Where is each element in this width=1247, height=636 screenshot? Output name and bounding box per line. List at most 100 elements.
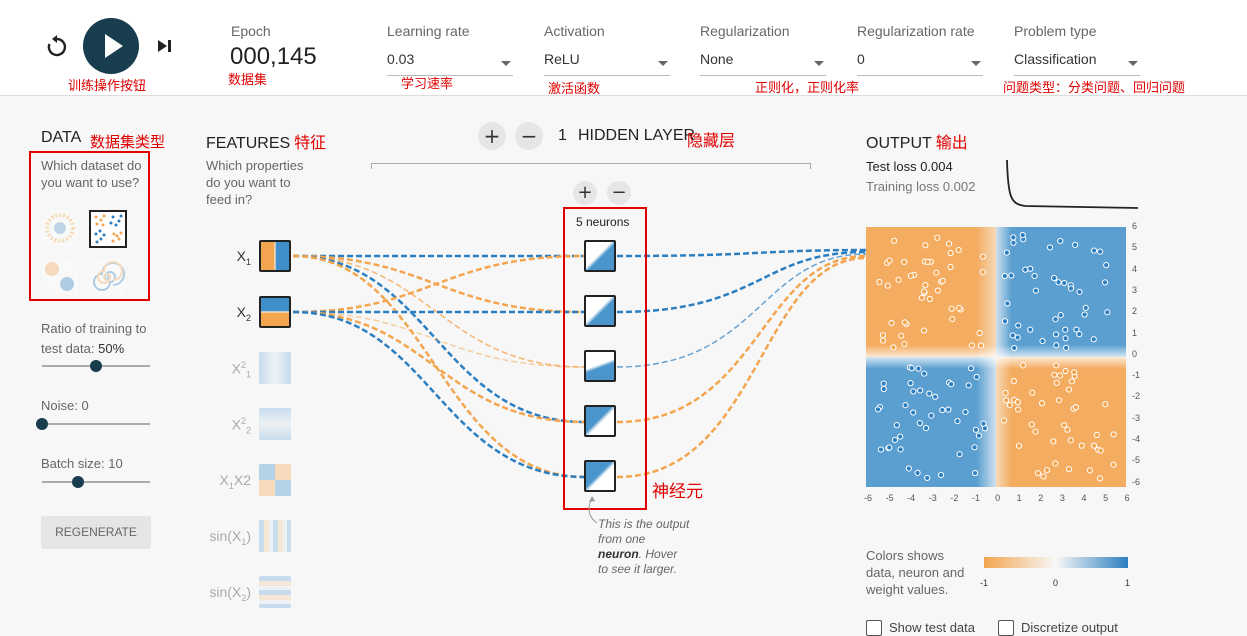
data-point	[1055, 397, 1063, 404]
remove-neuron-button[interactable]: −	[607, 181, 631, 205]
show-test-data-label[interactable]: Show test data	[889, 620, 975, 635]
data-point	[926, 295, 934, 303]
data-point	[1010, 234, 1017, 241]
data-point	[1015, 406, 1022, 413]
data-point	[893, 422, 900, 429]
data-point	[1072, 404, 1079, 411]
add-layer-button[interactable]: +	[478, 122, 506, 150]
data-point	[905, 465, 912, 472]
data-point	[1019, 232, 1026, 239]
data-point	[933, 269, 940, 276]
x-tick-label: -5	[885, 493, 894, 503]
discretize-output-label[interactable]: Discretize output	[1021, 620, 1118, 635]
data-point	[1001, 318, 1009, 325]
data-point	[1003, 397, 1010, 404]
neuron-2[interactable]	[584, 295, 616, 327]
data-point	[920, 327, 928, 334]
y-tick-label: 6	[1132, 221, 1138, 231]
data-point	[880, 380, 887, 387]
data-point	[901, 258, 908, 266]
annotation-hidden-layer: 隐藏层	[687, 131, 736, 150]
data-point	[1032, 287, 1039, 294]
data-point	[891, 436, 899, 444]
data-point	[1076, 288, 1083, 295]
data-point	[921, 370, 928, 377]
y-tick-label: 0	[1132, 348, 1138, 359]
data-point	[1027, 326, 1034, 333]
data-point	[1065, 466, 1073, 473]
annotation-output: 输出	[935, 133, 968, 152]
data-point	[874, 406, 882, 413]
x-tick-label: 4	[1081, 493, 1087, 503]
data-point	[886, 257, 893, 264]
data-point	[922, 281, 929, 289]
data-point	[1052, 316, 1059, 323]
neuron-4[interactable]	[584, 405, 616, 437]
data-point	[1000, 417, 1008, 424]
hint-text-2: from one	[598, 532, 646, 546]
data-point	[977, 342, 985, 349]
data-point	[1053, 342, 1060, 349]
data-point	[1039, 337, 1046, 345]
x-tick-label: 2	[1038, 493, 1044, 503]
data-point	[1101, 279, 1109, 286]
data-point	[1078, 442, 1085, 449]
data-point	[886, 444, 893, 451]
output-title-text: OUTPUT	[866, 135, 932, 152]
data-point	[1028, 421, 1035, 428]
data-point	[1006, 402, 1013, 409]
data-point	[916, 420, 923, 427]
x-tick-label: -3	[928, 493, 937, 503]
data-point	[897, 446, 904, 453]
data-point	[1097, 447, 1104, 454]
data-point	[1038, 400, 1046, 407]
test-loss: Test loss 0.004	[866, 159, 953, 174]
test-loss-label: Test loss	[866, 159, 917, 174]
x-tick-label: -1	[971, 493, 980, 503]
y-tick-label: 5	[1132, 242, 1138, 253]
x-tick-label: 5	[1103, 493, 1109, 503]
data-point	[980, 420, 987, 427]
data-point	[1022, 266, 1029, 273]
data-point	[1067, 285, 1075, 292]
neuron-5[interactable]	[584, 460, 616, 492]
add-neuron-button[interactable]: +	[573, 181, 597, 205]
data-point	[947, 263, 954, 271]
data-point	[1050, 438, 1057, 445]
data-point	[924, 258, 931, 266]
data-point	[907, 380, 914, 387]
data-point	[1073, 326, 1080, 333]
data-point	[968, 342, 975, 349]
neuron-hint: This is the output from one neuron. Hove…	[598, 517, 698, 577]
neuron-1[interactable]	[584, 240, 616, 272]
data-point	[1097, 248, 1104, 255]
neurons-count-label: 5 neurons	[576, 215, 630, 229]
data-point	[1008, 272, 1015, 279]
data-point	[949, 315, 956, 323]
data-point	[908, 365, 915, 372]
data-point	[888, 320, 895, 327]
remove-layer-button[interactable]: −	[515, 122, 543, 150]
data-point	[926, 390, 933, 397]
data-point	[939, 406, 946, 414]
data-point	[922, 424, 930, 432]
x-tick-label: 3	[1059, 493, 1065, 503]
legend-mid: 0	[1053, 578, 1059, 588]
data-point	[890, 237, 898, 244]
data-point	[945, 406, 952, 413]
data-point	[1043, 467, 1051, 474]
y-tick-label: -1	[1132, 370, 1141, 381]
data-point	[901, 340, 908, 348]
data-point	[1014, 334, 1021, 341]
data-point	[1002, 389, 1009, 397]
data-point	[922, 242, 929, 249]
data-point	[1104, 309, 1111, 316]
data-point	[1090, 336, 1097, 343]
test-loss-value: 0.004	[920, 159, 953, 174]
data-point	[975, 432, 983, 439]
neuron-3[interactable]	[584, 350, 616, 382]
data-point	[1091, 247, 1098, 254]
y-tick-label: 1	[1132, 327, 1138, 338]
hint-text-1: This is the output	[598, 517, 690, 531]
data-point	[1057, 237, 1064, 245]
